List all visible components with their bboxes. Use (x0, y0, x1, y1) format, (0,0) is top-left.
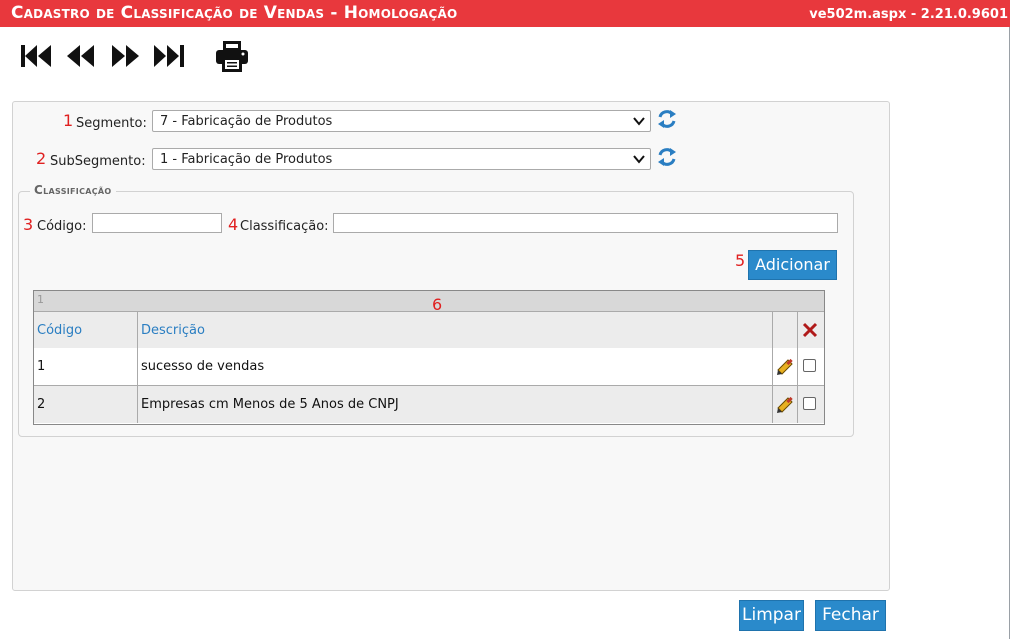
delete-all-icon[interactable] (801, 321, 819, 343)
chevron-down-icon (633, 155, 645, 164)
segmento-value: 7 - Fabricação de Produtos (160, 114, 333, 129)
row-checkbox[interactable] (803, 359, 816, 372)
first-record-icon[interactable] (19, 42, 53, 70)
cell-codigo: 1 (37, 359, 46, 374)
version-label: ve502m.aspx - 2.21.0.9601 (809, 7, 1008, 22)
chevron-down-icon (633, 117, 645, 126)
codigo-input[interactable] (92, 213, 222, 233)
marker-2: 2 (36, 149, 47, 168)
fechar-button[interactable]: Fechar (815, 600, 886, 631)
segmento-label: Segmento: (76, 116, 147, 131)
grid-pager: 1 (34, 291, 824, 312)
edit-pencil-icon[interactable] (775, 395, 795, 419)
segmento-select[interactable]: 7 - Fabricação de Produtos (152, 110, 651, 132)
previous-record-icon[interactable] (66, 42, 96, 70)
classificacao-label: Classificação: (240, 219, 329, 234)
next-record-icon[interactable] (110, 42, 140, 70)
grid-header: Código Descrição (34, 312, 824, 349)
cell-descricao: sucesso de vendas (141, 359, 265, 374)
table-row: 2 Empresas cm Menos de 5 Anos de CNPJ (34, 386, 824, 423)
window-title: Cadastro de Classificação de Vendas - Ho… (11, 3, 458, 23)
marker-5: 5 (735, 251, 746, 270)
marker-4: 4 (228, 215, 239, 234)
print-icon[interactable] (214, 40, 250, 73)
codigo-label: Código: (37, 219, 87, 234)
classificacao-group-title: Classificação (30, 183, 116, 197)
adicionar-button[interactable]: Adicionar (748, 250, 837, 280)
limpar-button[interactable]: Limpar (739, 600, 804, 631)
subsegmento-label: SubSegmento: (50, 154, 146, 169)
marker-1: 1 (63, 111, 74, 130)
header-descricao[interactable]: Descrição (138, 312, 772, 348)
cell-codigo: 2 (37, 397, 46, 412)
subsegmento-refresh-icon[interactable] (656, 146, 678, 172)
row-checkbox[interactable] (803, 397, 816, 410)
classificacao-input[interactable] (333, 213, 838, 233)
cell-descricao: Empresas cm Menos de 5 Anos de CNPJ (141, 397, 399, 412)
classificacao-grid: 1 6 Código Descrição 1 sucesso de vendas… (33, 290, 825, 425)
marker-3: 3 (23, 215, 34, 234)
page-link[interactable]: 1 (37, 293, 44, 306)
last-record-icon[interactable] (152, 42, 188, 70)
segmento-refresh-icon[interactable] (656, 108, 678, 134)
header-codigo[interactable]: Código (34, 312, 137, 348)
title-bar: Cadastro de Classificação de Vendas - Ho… (0, 0, 1010, 27)
subsegmento-select[interactable]: 1 - Fabricação de Produtos (152, 148, 651, 170)
edit-pencil-icon[interactable] (775, 357, 795, 381)
subsegmento-value: 1 - Fabricação de Produtos (160, 152, 333, 167)
table-row: 1 sucesso de vendas (34, 348, 824, 386)
